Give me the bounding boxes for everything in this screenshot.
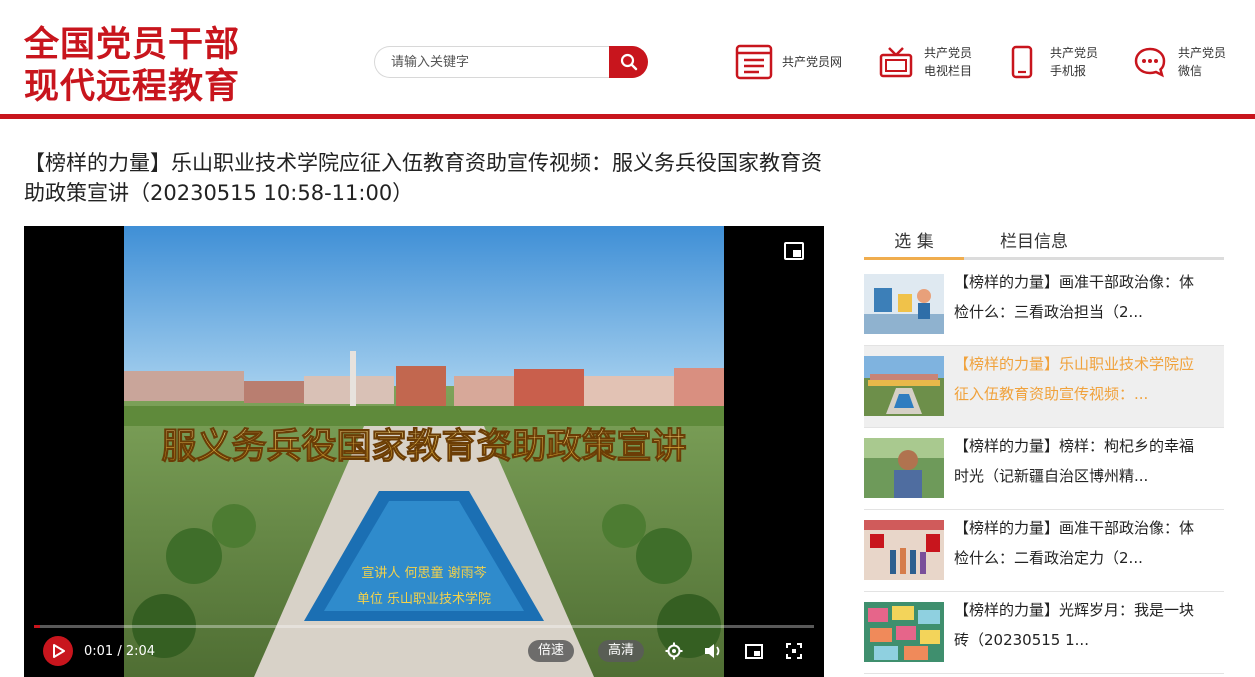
episode-title: 【榜样的力量】画准干部政治像：体检什么：二看政治定力（2...: [954, 519, 1195, 567]
site-logo[interactable]: 全国党员干部 现代远程教育: [24, 24, 264, 108]
fullscreen-icon[interactable]: [784, 641, 804, 661]
widescreen-icon[interactable]: [744, 641, 764, 661]
episode-thumbnail: [864, 602, 944, 662]
document-list-icon: [734, 42, 774, 82]
video-caption-unit: 单位 乐山职业技术学院: [357, 591, 491, 607]
playback-speed-button[interactable]: 倍速: [528, 640, 575, 662]
tab-column-info[interactable]: 栏目信息: [984, 228, 1084, 257]
episode-item[interactable]: 【榜样的力量】画准干部政治像：体检什么：二看政治定力（2...: [864, 510, 1224, 592]
episode-item[interactable]: 【榜样的力量】榜样：枸杞乡的幸福时光（记新疆自治区博州精...: [864, 428, 1224, 510]
nav-label: 共产党员: [924, 46, 973, 60]
nav-label: 共产党员: [1050, 46, 1099, 60]
player-controls: 0:01 / 2:04 倍速 高清: [24, 634, 824, 674]
progress-fill: [34, 625, 41, 628]
video-still-image: 服义务兵役国家教育资助政策宣讲 宣讲人 何思童 谢雨芩 单位 乐山职业技术学院: [124, 226, 724, 677]
logo-line-1: 全国党员干部: [24, 25, 241, 65]
episode-title: 【榜样的力量】乐山职业技术学院应征入伍教育资助宣传视频：...: [954, 355, 1195, 403]
nav-label: 共产党员: [1178, 46, 1227, 60]
header-divider: [0, 114, 1255, 119]
episode-title: 【榜样的力量】画准干部政治像：体检什么：三看政治担当（2...: [954, 273, 1195, 321]
search-icon: [620, 53, 637, 71]
nav-label: 电视栏目: [924, 64, 973, 78]
nav-label: 共产党员网: [782, 55, 843, 69]
nav-mobile-news[interactable]: 共产党员 手机报: [1002, 40, 1098, 84]
settings-gear-icon[interactable]: [664, 641, 684, 661]
wechat-icon: [1130, 42, 1170, 82]
play-icon: [53, 644, 65, 658]
episode-thumbnail: [864, 520, 944, 580]
video-frame[interactable]: 服义务兵役国家教育资助政策宣讲 宣讲人 何思童 谢雨芩 单位 乐山职业技术学院: [124, 226, 724, 677]
search-input[interactable]: [374, 46, 614, 78]
episode-title: 【榜样的力量】榜样：枸杞乡的幸福时光（记新疆自治区博州精...: [954, 437, 1195, 485]
page-title: 【榜样的力量】乐山职业技术学院应征入伍教育资助宣传视频：服义务兵役国家教育资助政…: [24, 151, 822, 205]
search-button[interactable]: [609, 46, 648, 78]
episode-item[interactable]: 【榜样的力量】光辉岁月：我是一块砖（20230515 1...: [864, 592, 1224, 674]
search-bar: [374, 46, 648, 78]
tv-icon: [876, 42, 916, 82]
play-button[interactable]: [43, 636, 73, 666]
video-player[interactable]: 服义务兵役国家教育资助政策宣讲 宣讲人 何思童 谢雨芩 单位 乐山职业技术学院 …: [24, 226, 824, 677]
logo-line-2: 现代远程教育: [24, 67, 241, 107]
nav-wechat[interactable]: 共产党员 微信: [1130, 40, 1226, 84]
episode-thumbnail: [864, 438, 944, 498]
nav-tv-program[interactable]: 共产党员 电视栏目: [876, 40, 972, 84]
nav-label: 微信: [1178, 64, 1203, 78]
nav-party-member-site[interactable]: 共产党员网: [734, 40, 842, 84]
time-display: 0:01 / 2:04: [84, 644, 156, 659]
video-caption-speaker: 宣讲人 何思童 谢雨芩: [361, 565, 486, 581]
picture-in-picture-icon[interactable]: [784, 242, 804, 264]
episode-thumbnail: [864, 274, 944, 334]
sidebar-tabs: 选 集 栏目信息: [864, 228, 1224, 260]
episode-item-active[interactable]: 【榜样的力量】乐山职业技术学院应征入伍教育资助宣传视频：...: [864, 346, 1224, 428]
quality-button[interactable]: 高清: [598, 640, 645, 662]
mobile-phone-icon: [1002, 42, 1042, 82]
volume-icon[interactable]: [703, 641, 723, 661]
episode-item[interactable]: 【榜样的力量】画准干部政治像：体检什么：三看政治担当（2...: [864, 264, 1224, 346]
episode-title: 【榜样的力量】光辉岁月：我是一块砖（20230515 1...: [954, 601, 1195, 649]
video-overlay-title: 服义务兵役国家教育资助政策宣讲: [161, 426, 686, 467]
site-header: 全国党员干部 现代远程教育 共产党员网: [0, 0, 1255, 114]
nav-label: 手机报: [1050, 64, 1087, 78]
progress-bar[interactable]: [34, 625, 814, 628]
episode-thumbnail: [864, 356, 944, 416]
tab-episodes[interactable]: 选 集: [864, 228, 964, 260]
